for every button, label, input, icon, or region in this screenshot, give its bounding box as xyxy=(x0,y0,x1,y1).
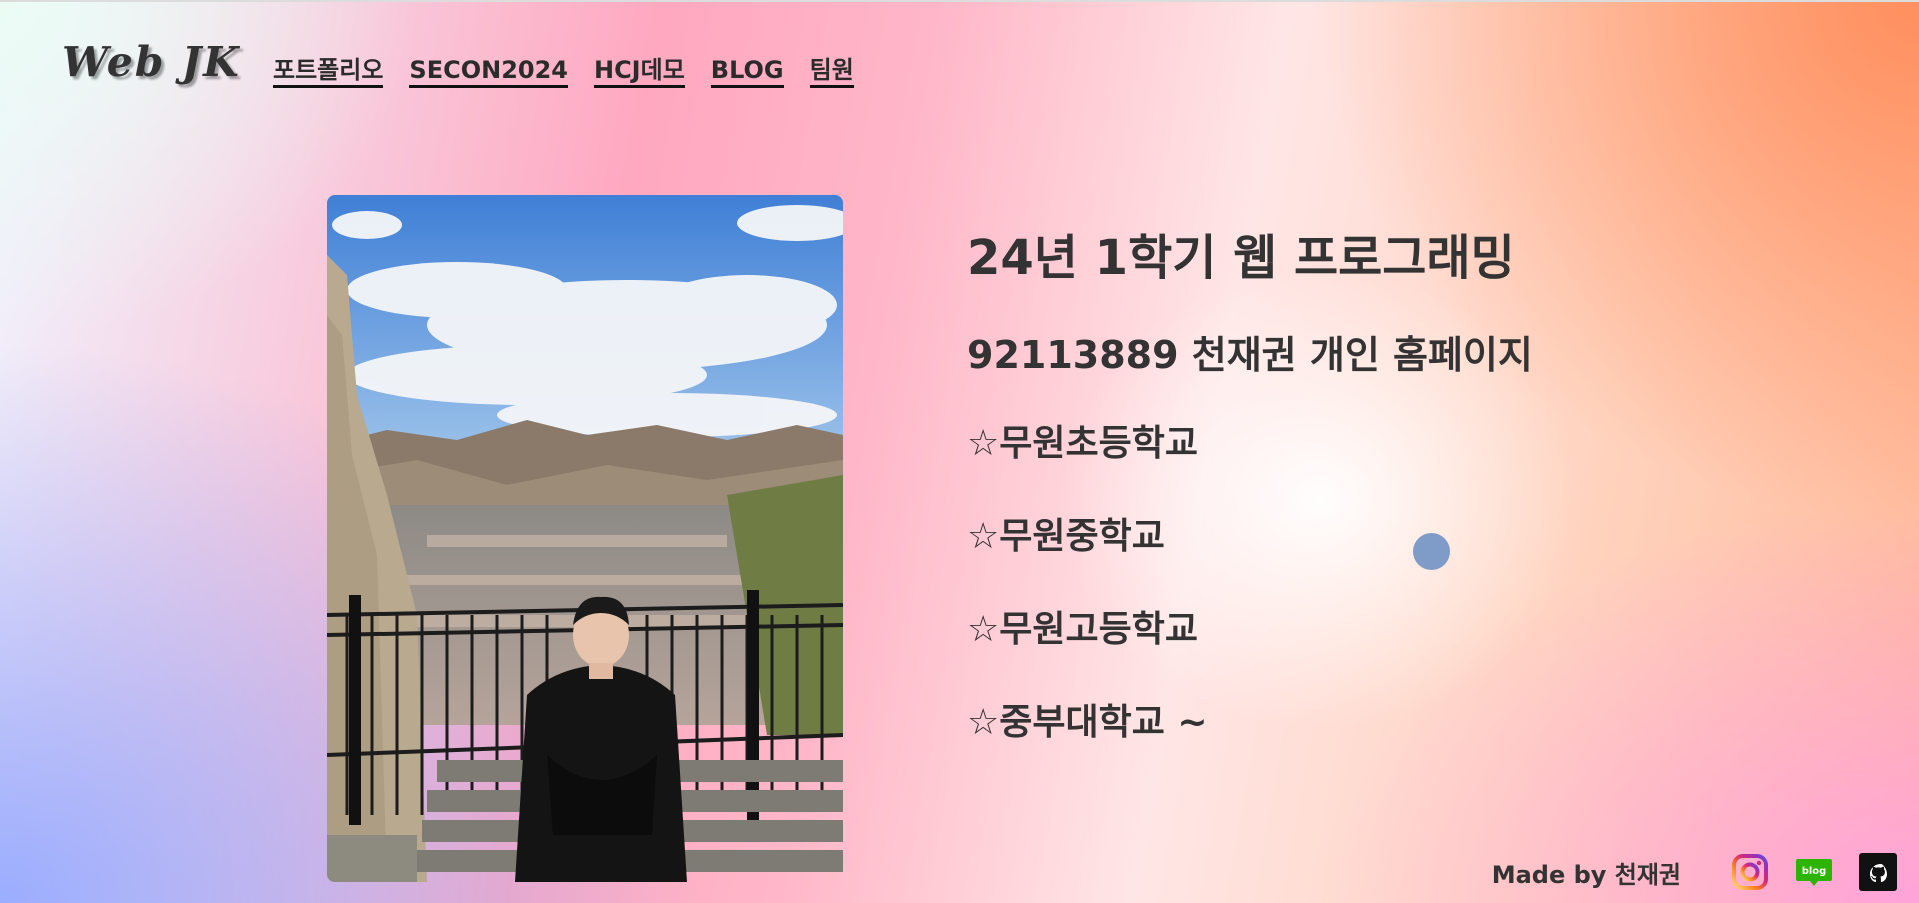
profile-photo xyxy=(327,195,843,882)
school-item: ☆무원고등학교 xyxy=(967,609,1198,650)
site-logo[interactable]: Web JK xyxy=(62,38,241,86)
cursor-indicator xyxy=(1413,533,1450,570)
school-item: ☆중부대학교 ~ xyxy=(967,702,1208,743)
nav-blog[interactable]: BLOG xyxy=(710,56,784,88)
top-border xyxy=(0,0,1919,2)
nav-secon2024[interactable]: SECON2024 xyxy=(409,56,568,88)
page-subtitle: 92113889 천재권 개인 홈페이지 xyxy=(967,333,1533,377)
instagram-icon[interactable] xyxy=(1731,853,1769,891)
made-by-text: Made by 천재권 xyxy=(1491,860,1681,889)
nav-hcj-demo[interactable]: HCJ데모 xyxy=(593,56,685,88)
main-nav: 포트폴리오 SECON2024 HCJ데모 BLOG 팀원 xyxy=(273,56,854,88)
github-icon[interactable] xyxy=(1859,853,1897,891)
school-item: ☆무원초등학교 xyxy=(967,423,1198,464)
footer: Made by 천재권 blog xyxy=(1492,853,1897,891)
nav-portfolio[interactable]: 포트폴리오 xyxy=(273,56,384,88)
nav-team[interactable]: 팀원 xyxy=(809,56,854,88)
page-title: 24년 1학기 웹 프로그래밍 xyxy=(967,230,1515,286)
school-item: ☆무원중학교 xyxy=(967,516,1165,557)
naver-blog-icon[interactable]: blog xyxy=(1795,853,1833,891)
svg-text:blog: blog xyxy=(1802,866,1827,877)
